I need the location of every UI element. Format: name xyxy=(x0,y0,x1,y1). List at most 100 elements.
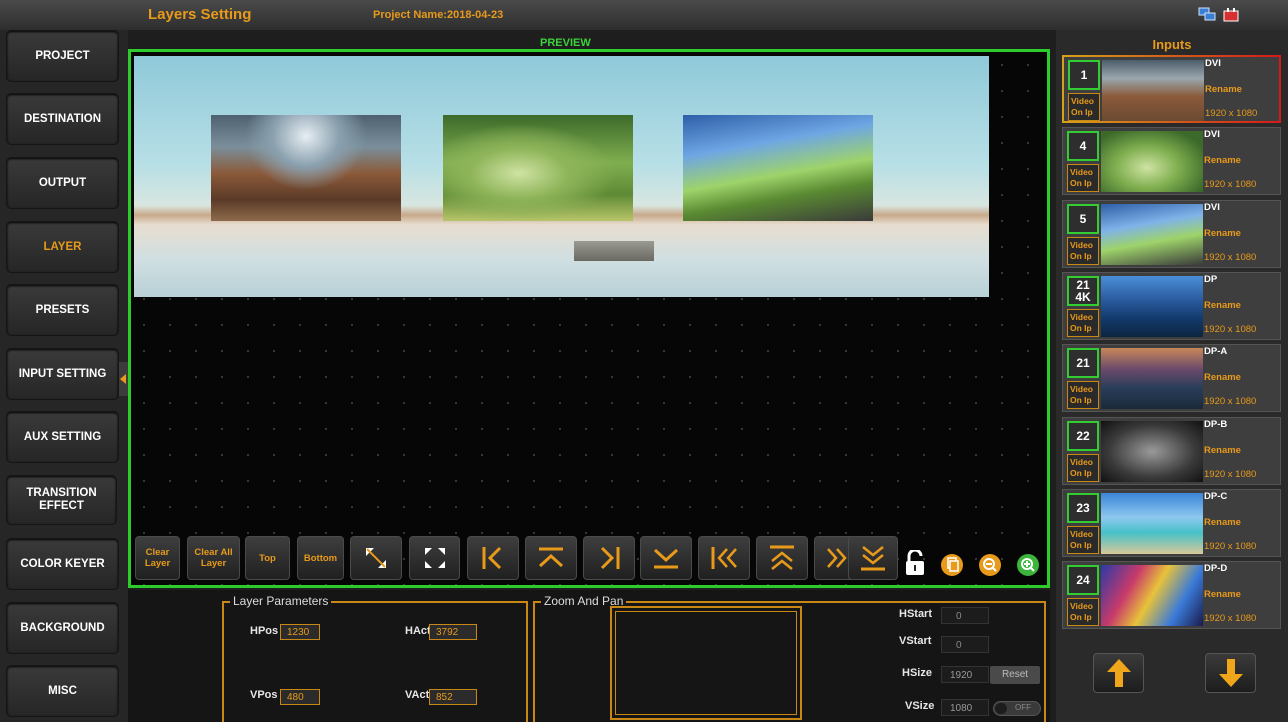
input-thumbnail[interactable] xyxy=(1101,492,1203,554)
rename-button[interactable]: Rename xyxy=(1204,372,1241,383)
hstart-field[interactable]: 0 xyxy=(941,607,989,624)
unlock-icon[interactable] xyxy=(903,550,927,576)
nav-output-button[interactable]: OUTPUT xyxy=(6,157,119,209)
fullscreen-icon[interactable] xyxy=(409,536,460,580)
video-on-ip-button[interactable]: Video On Ip xyxy=(1067,525,1099,554)
preview-canvas[interactable] xyxy=(128,49,1050,588)
hsize-field[interactable]: 1920 xyxy=(941,666,989,683)
plug-icon[interactable] xyxy=(1222,7,1240,23)
layer-road-image[interactable] xyxy=(683,115,873,221)
scroll-up-button[interactable] xyxy=(1093,653,1144,693)
input-thumbnail[interactable] xyxy=(1101,565,1203,627)
nav-color-keyer-button[interactable]: COLOR KEYER xyxy=(6,538,119,590)
background-layer-image[interactable] xyxy=(134,56,989,297)
input-number-badge[interactable]: 1 xyxy=(1068,60,1100,90)
vact-field[interactable]: 852 xyxy=(429,689,477,705)
input-card[interactable]: 22 Video On Ip DP-B Rename 1920 x 1080 xyxy=(1062,416,1281,485)
move-bottom-edge-icon[interactable] xyxy=(640,536,692,580)
input-thumbnail[interactable] xyxy=(1102,60,1204,121)
vstart-label: VStart xyxy=(899,635,932,647)
input-thumbnail[interactable] xyxy=(1101,420,1203,482)
input-card[interactable]: 21 Video On Ip DP-A Rename 1920 x 1080 xyxy=(1062,344,1281,413)
move-far-bottom-icon[interactable] xyxy=(848,536,898,580)
nav-layer-button[interactable]: LAYER xyxy=(6,221,119,273)
layer-plant-image[interactable] xyxy=(443,115,633,221)
hpos-field[interactable]: 1230 xyxy=(280,624,320,640)
rename-button[interactable]: Rename xyxy=(1204,300,1241,311)
input-number-badge[interactable]: 21 4K xyxy=(1067,275,1099,306)
clear-layer-button[interactable]: Clear Layer xyxy=(135,536,180,580)
input-type-label: DP-A xyxy=(1204,346,1228,358)
move-far-top-icon[interactable] xyxy=(756,536,808,580)
chevron-left-icon xyxy=(120,374,126,384)
nav-misc-button[interactable]: MISC xyxy=(6,665,119,717)
rename-button[interactable]: Rename xyxy=(1204,155,1241,166)
input-card[interactable]: 4 Video On Ip DVI Rename 1920 x 1080 xyxy=(1062,127,1281,196)
move-top-edge-icon[interactable] xyxy=(525,536,577,580)
video-on-ip-button[interactable]: Video On Ip xyxy=(1067,598,1099,627)
zoom-and-pan-group: Zoom And Pan HStart 0 VStart 0 HSize 192… xyxy=(533,594,1046,722)
input-card[interactable]: 21 4K Video On Ip DP Rename 1920 x 1080 xyxy=(1062,271,1281,340)
rename-button[interactable]: Rename xyxy=(1205,84,1242,95)
clear-all-layer-button[interactable]: Clear All Layer xyxy=(187,536,240,580)
video-on-ip-button[interactable]: Video On Ip xyxy=(1067,164,1099,193)
zoom-preview-box[interactable] xyxy=(610,606,802,720)
nav-presets-button[interactable]: PRESETS xyxy=(6,284,119,336)
nav-destination-button[interactable]: DESTINATION xyxy=(6,93,119,145)
vsize-field[interactable]: 1080 xyxy=(941,699,989,716)
page-title: Layers Setting xyxy=(148,6,252,23)
nav-transition-effect-button[interactable]: TRANSITION EFFECT xyxy=(6,475,117,525)
video-on-ip-button[interactable]: Video On Ip xyxy=(1067,381,1099,410)
rename-button[interactable]: Rename xyxy=(1204,517,1241,528)
input-resolution-label: 1920 x 1080 xyxy=(1204,540,1257,552)
vstart-field[interactable]: 0 xyxy=(941,636,989,653)
input-type-label: DP-C xyxy=(1204,490,1228,502)
input-thumbnail[interactable] xyxy=(1101,275,1203,337)
input-number-badge[interactable]: 23 xyxy=(1067,492,1099,523)
zoom-toggle-switch[interactable]: OFF xyxy=(993,701,1041,716)
rename-button[interactable]: Rename xyxy=(1204,445,1241,456)
nav-background-button[interactable]: BACKGROUND xyxy=(6,602,119,654)
bottom-button[interactable]: Bottom xyxy=(297,536,344,580)
top-button[interactable]: Top xyxy=(245,536,290,580)
input-number-badge[interactable]: 4 xyxy=(1067,131,1099,162)
input-number-badge[interactable]: 24 xyxy=(1067,565,1099,596)
input-number-badge[interactable]: 5 xyxy=(1067,203,1099,234)
input-resolution-label: 1920 x 1080 xyxy=(1205,108,1258,119)
network-icon[interactable] xyxy=(1198,7,1216,23)
video-on-ip-button[interactable]: Video On Ip xyxy=(1067,236,1099,265)
input-type-label: DP xyxy=(1204,273,1218,285)
input-thumbnail[interactable] xyxy=(1101,203,1203,265)
hact-label: HAct xyxy=(405,625,431,637)
move-far-left-icon[interactable] xyxy=(698,536,750,580)
video-on-ip-button[interactable]: Video On Ip xyxy=(1067,453,1099,482)
scroll-down-button[interactable] xyxy=(1205,653,1256,693)
layer-canyon-image[interactable] xyxy=(211,115,401,221)
input-card[interactable]: 23 Video On Ip DP-C Rename 1920 x 1080 xyxy=(1062,488,1281,557)
copy-icon[interactable] xyxy=(940,552,964,578)
nav-project-button[interactable]: PROJECT xyxy=(6,30,119,82)
rename-button[interactable]: Rename xyxy=(1204,228,1241,239)
zoom-in-icon[interactable] xyxy=(1016,552,1040,578)
video-on-ip-button[interactable]: Video On Ip xyxy=(1067,308,1099,337)
nav-aux-setting-button[interactable]: AUX SETTING xyxy=(6,411,119,463)
nav-input-setting-button[interactable]: INPUT SETTING xyxy=(6,348,119,400)
input-number-badge[interactable]: 22 xyxy=(1067,420,1099,451)
input-thumbnail[interactable] xyxy=(1101,131,1203,193)
input-card[interactable]: 1 Video On Ip DVI Rename 1920 x 1080 xyxy=(1062,55,1281,123)
input-card[interactable]: 24 Video On Ip DP-D Rename 1920 x 1080 xyxy=(1062,561,1281,630)
reset-button[interactable]: Reset xyxy=(990,666,1040,684)
resize-diagonal-icon[interactable] xyxy=(350,536,402,580)
move-right-edge-icon[interactable] xyxy=(583,536,635,580)
vpos-field[interactable]: 480 xyxy=(280,689,320,705)
sidebar-collapse-handle[interactable] xyxy=(119,362,128,396)
input-thumbnail[interactable] xyxy=(1101,348,1203,410)
rename-button[interactable]: Rename xyxy=(1204,589,1241,600)
zoom-out-icon[interactable] xyxy=(978,552,1002,578)
input-card[interactable]: 5 Video On Ip DVI Rename 1920 x 1080 xyxy=(1062,199,1281,268)
video-on-ip-button[interactable]: Video On Ip xyxy=(1068,93,1100,121)
hact-field[interactable]: 3792 xyxy=(429,624,477,640)
input-number-badge[interactable]: 21 xyxy=(1067,348,1099,379)
move-left-edge-icon[interactable] xyxy=(467,536,519,580)
arrow-down-icon xyxy=(1218,659,1243,687)
